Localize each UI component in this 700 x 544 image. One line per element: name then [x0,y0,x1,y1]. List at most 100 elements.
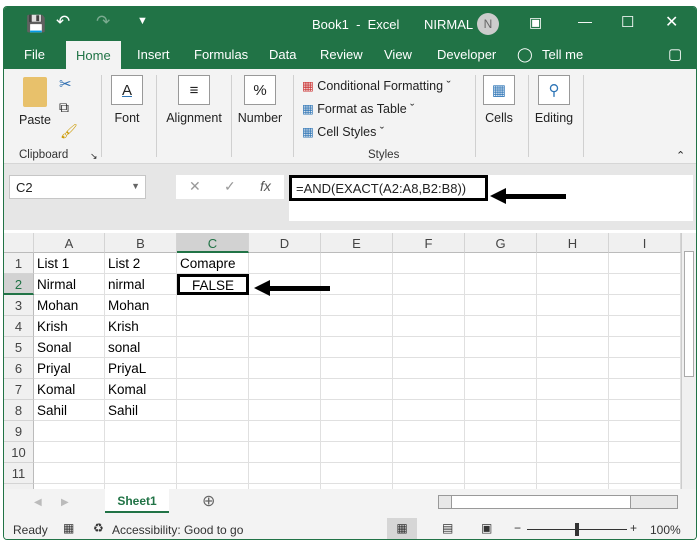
save-icon[interactable]: 💾 [26,14,46,34]
tab-view[interactable]: View [384,47,412,62]
row-header-6[interactable]: 6 [4,358,34,379]
cell-I3[interactable] [609,295,681,316]
tab-developer[interactable]: Developer [437,47,496,62]
zoom-in-icon[interactable]: + [630,521,637,535]
cell-G8[interactable] [465,400,537,421]
cell-I10[interactable] [609,442,681,463]
row-header-8[interactable]: 8 [4,400,34,421]
cell-B8[interactable]: Sahil [105,400,177,421]
cell-styles-button[interactable]: ▦ Cell Styles ˇ [302,124,384,139]
column-header-G[interactable]: G [465,233,537,253]
cell-F8[interactable] [393,400,465,421]
cell-G11[interactable] [465,463,537,484]
cell-I9[interactable] [609,421,681,442]
vertical-scrollbar[interactable] [681,233,696,489]
cell-C8[interactable] [177,400,249,421]
close-icon[interactable]: ✕ [665,12,678,32]
paste-button[interactable]: Paste [18,77,52,127]
cell-I2[interactable] [609,274,681,295]
cancel-icon[interactable]: ✕ [189,178,201,195]
cell-C9[interactable] [177,421,249,442]
h-scroll-thumb[interactable] [451,496,631,508]
cell-D8[interactable] [249,400,321,421]
column-header-I[interactable]: I [609,233,681,253]
tab-tell-me[interactable]: Tell me [542,47,583,62]
collapse-ribbon-icon[interactable]: ⌃ [676,149,685,162]
customize-qat-icon[interactable]: ▼ [137,15,148,27]
cell-H4[interactable] [537,316,609,337]
cell-A11[interactable] [34,463,105,484]
cell-D5[interactable] [249,337,321,358]
cell-C3[interactable] [177,295,249,316]
cell-I6[interactable] [609,358,681,379]
cell-A5[interactable]: Sonal [34,337,105,358]
cell-B9[interactable] [105,421,177,442]
cell-A3[interactable]: Mohan [34,295,105,316]
cell-G7[interactable] [465,379,537,400]
cell-G10[interactable] [465,442,537,463]
cell-B11[interactable] [105,463,177,484]
cell-E4[interactable] [321,316,393,337]
cell-B3[interactable]: Mohan [105,295,177,316]
name-box[interactable]: C2 ▼ [9,175,146,199]
cell-G4[interactable] [465,316,537,337]
cell-G1[interactable] [465,253,537,274]
cell-B7[interactable]: Komal [105,379,177,400]
cell-F11[interactable] [393,463,465,484]
cell-H6[interactable] [537,358,609,379]
cell-A7[interactable]: Komal [34,379,105,400]
cell-E8[interactable] [321,400,393,421]
insert-function-icon[interactable]: fx [260,178,271,194]
sheet-tab-sheet1[interactable]: Sheet1 [105,489,169,513]
cell-C6[interactable] [177,358,249,379]
row-header-5[interactable]: 5 [4,337,34,358]
cell-F1[interactable] [393,253,465,274]
cell-D3[interactable] [249,295,321,316]
zoom-thumb[interactable] [575,523,579,536]
cell-D9[interactable] [249,421,321,442]
row-header-9[interactable]: 9 [4,421,34,442]
cell-E10[interactable] [321,442,393,463]
cell-I8[interactable] [609,400,681,421]
page-break-icon[interactable]: ▣ [481,521,492,535]
cell-F3[interactable] [393,295,465,316]
row-header-2[interactable]: 2 [4,274,34,295]
tab-insert[interactable]: Insert [137,47,170,62]
next-sheet-icon[interactable]: ▶ [61,497,69,508]
cell-A1[interactable]: List 1 [34,253,105,274]
cell-H8[interactable] [537,400,609,421]
column-header-F[interactable]: F [393,233,465,253]
cell-H5[interactable] [537,337,609,358]
cell-H1[interactable] [537,253,609,274]
cell-E3[interactable] [321,295,393,316]
cell-B4[interactable]: Krish [105,316,177,337]
cell-C4[interactable] [177,316,249,337]
cell-C1[interactable]: Comapre [177,253,249,274]
cell-B1[interactable]: List 2 [105,253,177,274]
column-header-E[interactable]: E [321,233,393,253]
normal-view-icon[interactable]: ▦ [387,518,417,539]
alignment-button[interactable]: ≡ Alignment [162,75,226,125]
column-header-H[interactable]: H [537,233,609,253]
cell-A4[interactable]: Krish [34,316,105,337]
cells-button[interactable]: ▦ Cells [482,75,516,125]
cell-D6[interactable] [249,358,321,379]
add-sheet-icon[interactable]: ⊕ [202,491,215,511]
cell-D7[interactable] [249,379,321,400]
cell-G9[interactable] [465,421,537,442]
cell-A6[interactable]: Priyal [34,358,105,379]
cell-A8[interactable]: Sahil [34,400,105,421]
cell-F2[interactable] [393,274,465,295]
conditional-formatting-button[interactable]: ▦ Conditional Formatting ˇ [302,78,451,93]
horizontal-scrollbar[interactable] [438,495,678,509]
column-header-B[interactable]: B [105,233,177,253]
cell-C7[interactable] [177,379,249,400]
row-header-4[interactable]: 4 [4,316,34,337]
cell-B6[interactable]: PriyaL [105,358,177,379]
prev-sheet-icon[interactable]: ◀ [34,497,42,508]
cell-D10[interactable] [249,442,321,463]
zoom-slider[interactable] [527,523,627,536]
cell-E7[interactable] [321,379,393,400]
macro-icon[interactable]: ▦ [63,521,74,535]
editing-button[interactable]: ⚲ Editing [532,75,576,125]
